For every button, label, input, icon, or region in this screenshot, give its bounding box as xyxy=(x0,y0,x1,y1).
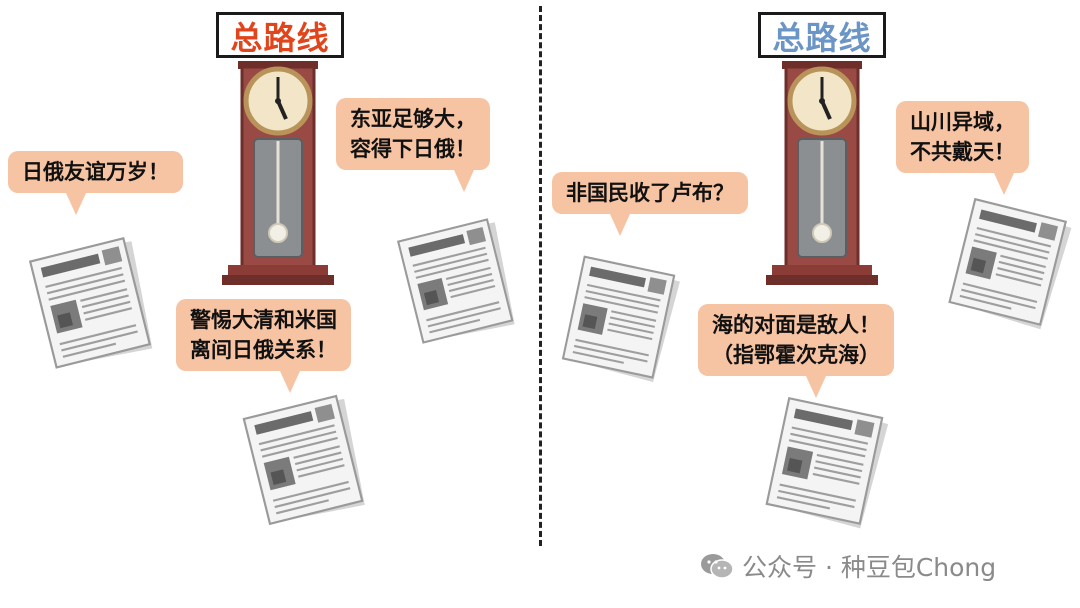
left-clock-icon xyxy=(218,58,338,290)
right-bubble-rubles: 非国民收了卢布？ xyxy=(552,172,748,236)
bubble-text: 非国民收了卢布？ xyxy=(566,181,734,205)
newspaper-icon xyxy=(762,394,893,536)
watermark-text: 公众号 · 种豆包Chong xyxy=(742,553,997,582)
bubble-line-1: 东亚足够大， xyxy=(350,107,476,131)
newspaper-icon xyxy=(396,214,525,352)
bubble-line-2: 离间日俄关系！ xyxy=(190,338,337,362)
newspaper-icon xyxy=(945,195,1077,337)
watermark: 公众号 · 种豆包Chong xyxy=(700,548,996,584)
wechat-icon xyxy=(701,554,734,579)
bubble-line-2: （指鄂霍次克海） xyxy=(712,343,880,367)
newspaper-icon xyxy=(559,252,685,389)
newspaper-icon xyxy=(27,233,163,376)
bubble-line-1: 山川异域， xyxy=(910,110,1015,134)
left-bubble-east-asia: 东亚足够大， 容得下日俄！ xyxy=(336,98,490,192)
left-bubble-warning: 警惕大清和米国 离间日俄关系！ xyxy=(176,299,351,393)
left-bubble-friendship: 日俄友谊万岁！ xyxy=(8,151,183,215)
right-bubble-mountains: 山川异域， 不共戴天！ xyxy=(896,101,1029,195)
bubble-line-2: 容得下日俄！ xyxy=(350,137,476,161)
left-title: 总路线 xyxy=(216,12,344,58)
bubble-text: 日俄友谊万岁！ xyxy=(22,160,169,184)
right-title: 总路线 xyxy=(758,12,886,58)
right-panel: 总路线 非国民收了卢布？ 山川异域， 不共戴天！ 海的对面是敌人！ （指鄂霍次克… xyxy=(540,0,1080,608)
newspaper-icon xyxy=(241,391,375,534)
bubble-line-2: 不共戴天！ xyxy=(910,140,1015,164)
left-panel: 总路线 日俄友谊万岁！ 东亚足够大， 容得下日俄！ 警惕大清和米国 离间日俄关系… xyxy=(0,0,540,608)
right-bubble-sea-enemy: 海的对面是敌人！ （指鄂霍次克海） xyxy=(698,304,894,398)
bubble-line-1: 海的对面是敌人！ xyxy=(712,313,880,337)
bubble-line-1: 警惕大清和米国 xyxy=(190,308,337,332)
right-clock-icon xyxy=(762,58,882,290)
